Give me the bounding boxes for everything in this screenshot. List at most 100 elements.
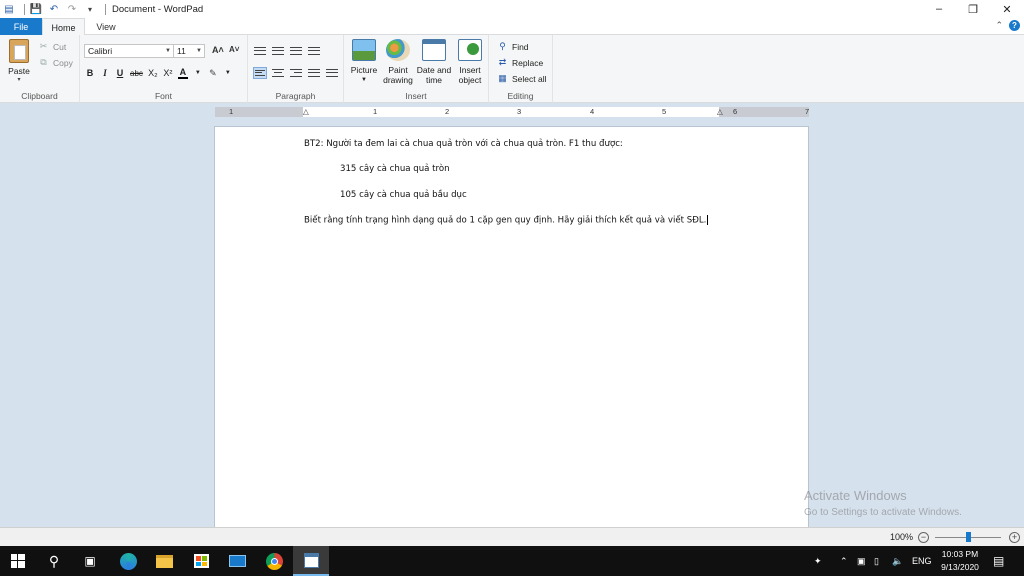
notifications-icon[interactable]: ▤ — [993, 546, 1004, 576]
clipboard-icon — [9, 39, 29, 63]
bold-button[interactable]: B — [85, 68, 95, 78]
copy-button[interactable]: ⧉ Copy — [38, 57, 73, 68]
undo-icon[interactable]: ↶ — [47, 2, 61, 16]
task-view-icon[interactable]: ▣ — [72, 546, 108, 576]
tab-view[interactable]: View — [86, 18, 126, 35]
object-label-1: Insert — [459, 65, 481, 75]
select-all-label: Select all — [512, 73, 547, 84]
paragraph-row-2 — [253, 67, 339, 79]
date-time-button[interactable]: Date and time — [416, 39, 452, 85]
subscript-button[interactable]: X₂ — [148, 68, 158, 78]
shrink-font-button[interactable]: A˅ — [229, 45, 239, 54]
mail-icon[interactable] — [219, 546, 255, 576]
paragraph-group: Paragraph — [248, 35, 344, 103]
network-icon[interactable]: ▯ — [874, 546, 879, 576]
help-icon[interactable]: ? — [1009, 20, 1020, 31]
decrease-indent-icon[interactable] — [253, 45, 267, 57]
font-size-select[interactable]: 11 ▼ — [173, 44, 205, 58]
redo-icon[interactable]: ↷ — [65, 2, 79, 16]
text-caret — [707, 215, 709, 225]
paragraph-settings-icon[interactable] — [325, 67, 339, 79]
font-size-value: 11 — [177, 46, 186, 56]
wordpad-app-icon[interactable]: ▤ — [2, 2, 16, 16]
date-label-2: time — [425, 75, 443, 85]
ruler-bar[interactable]: 1 △ 1 2 3 4 5 △ 6 7 — [215, 107, 809, 117]
scissors-icon: ✂ — [39, 41, 48, 51]
line-spacing-icon[interactable] — [307, 45, 321, 57]
highlight-icon[interactable]: ✎ — [208, 68, 218, 79]
document-line-last[interactable]: Biết rằng tính trạng hình dạng quả do 1 … — [304, 215, 709, 226]
document-line[interactable]: 105 cây cà chua quả bầu dục — [340, 190, 467, 200]
select-all-icon: ▦ — [498, 73, 507, 83]
font-family-select[interactable]: Calibri ▼ — [84, 44, 174, 58]
align-right-icon[interactable] — [289, 67, 303, 79]
paint-drawing-button[interactable]: Paint drawing — [380, 39, 416, 85]
paragraph-row-1 — [253, 45, 321, 57]
edge-icon[interactable] — [110, 546, 146, 576]
ruler-tick: 4 — [590, 107, 595, 116]
defender-icon[interactable]: ▣ — [857, 546, 866, 576]
document-line[interactable]: 315 cây cà chua quả tròn — [340, 164, 450, 174]
increase-indent-icon[interactable] — [271, 45, 285, 57]
chevron-down-icon[interactable]: ▼ — [223, 70, 233, 76]
replace-icon: ⇄ — [498, 57, 507, 67]
store-icon[interactable] — [183, 546, 219, 576]
collapse-ribbon-icon[interactable]: ⌃ — [995, 20, 1003, 31]
indent-marker-icon[interactable]: △ — [303, 107, 309, 117]
clock[interactable]: 10:03 PM 9/13/2020 — [934, 548, 986, 574]
activation-watermark: Activate Windows Go to Settings to activ… — [804, 488, 962, 518]
replace-button[interactable]: ⇄ Replace — [497, 57, 543, 68]
insert-picture-button[interactable]: Picture ▼ — [346, 39, 382, 85]
wordpad-taskbar-icon[interactable] — [293, 546, 329, 576]
chevron-down-icon[interactable]: ▼ — [193, 70, 203, 76]
chevron-down-icon: ▼ — [165, 48, 171, 54]
search-icon[interactable]: ⚲ — [36, 546, 72, 576]
document-line[interactable]: BT2: Người ta đem lai cà chua quả tròn v… — [304, 139, 623, 149]
align-left-icon[interactable] — [253, 67, 267, 79]
watermark-title: Activate Windows — [804, 488, 907, 503]
ruler-tick: 1 — [373, 107, 378, 116]
select-all-button[interactable]: ▦ Select all — [497, 73, 547, 84]
start-button[interactable] — [0, 546, 36, 576]
bullet-list-icon[interactable] — [289, 45, 303, 57]
document-page[interactable]: BT2: Người ta đem lai cà chua quả tròn v… — [214, 126, 809, 527]
date-label-1: Date and — [416, 65, 452, 75]
zoom-slider-thumb[interactable] — [966, 532, 971, 542]
find-label: Find — [512, 41, 529, 52]
volume-icon[interactable]: 🔈 — [892, 546, 903, 576]
picture-icon — [352, 39, 376, 61]
strikethrough-button[interactable]: abc — [130, 69, 143, 78]
italic-button[interactable]: I — [100, 68, 110, 78]
right-indent-marker-icon[interactable]: △ — [717, 107, 723, 117]
tray-overflow-icon[interactable]: ⌃ — [840, 546, 848, 576]
language-indicator[interactable]: ENG — [912, 546, 932, 576]
save-icon[interactable]: 💾 — [29, 2, 43, 16]
restore-button[interactable]: ❐ — [956, 0, 990, 18]
find-button[interactable]: ⚲ Find — [497, 41, 529, 52]
align-center-icon[interactable] — [271, 67, 285, 79]
ruler-tick: 6 — [733, 107, 738, 116]
insert-object-button[interactable]: Insert object — [452, 39, 488, 85]
justify-icon[interactable] — [307, 67, 321, 79]
superscript-button[interactable]: X² — [163, 68, 173, 78]
underline-button[interactable]: U — [115, 68, 125, 78]
people-icon[interactable]: ✦ — [814, 546, 822, 576]
paste-button[interactable]: Paste ▾ — [5, 39, 33, 83]
paste-dropdown-icon[interactable]: ▾ — [5, 76, 33, 83]
clipboard-group-label: Clipboard — [21, 91, 58, 101]
file-explorer-icon[interactable] — [146, 546, 182, 576]
grow-font-button[interactable]: A˄ — [212, 45, 224, 55]
tab-file[interactable]: File — [0, 18, 42, 35]
object-label-2: object — [458, 75, 482, 85]
tab-home[interactable]: Home — [42, 18, 85, 36]
customize-qat-icon[interactable]: ▾ — [83, 2, 97, 16]
minimize-button[interactable]: – — [922, 0, 956, 18]
document-area[interactable]: BT2: Người ta đem lai cà chua quả tròn v… — [0, 120, 1024, 527]
chrome-icon[interactable] — [256, 546, 292, 576]
text-color-button[interactable]: A — [177, 67, 188, 79]
close-button[interactable]: ✕ — [990, 0, 1024, 18]
zoom-out-button[interactable]: − — [918, 532, 929, 543]
ruler: 1 △ 1 2 3 4 5 △ 6 7 — [0, 104, 1024, 120]
cut-button[interactable]: ✂ Cut — [38, 41, 67, 52]
zoom-in-button[interactable]: + — [1009, 532, 1020, 543]
